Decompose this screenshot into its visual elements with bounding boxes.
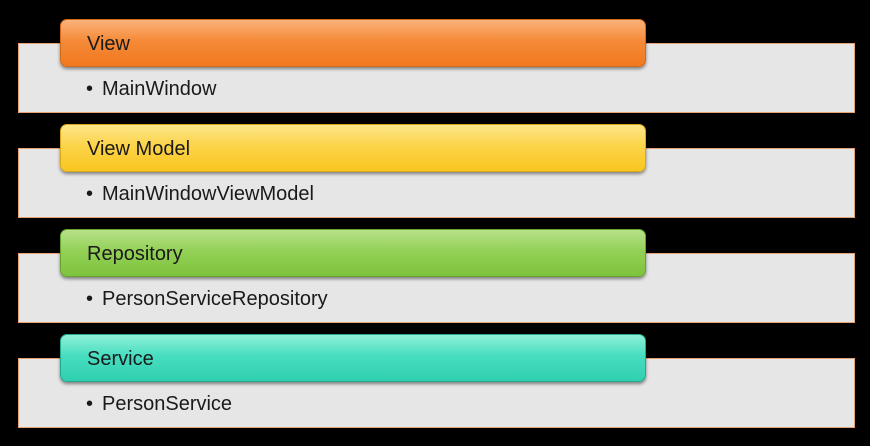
layer-view-model-item: • MainWindowViewModel <box>86 182 314 206</box>
layer-view-model-header: View Model <box>60 124 646 172</box>
layer-service-header: Service <box>60 334 646 382</box>
layer-repository-item-label: PersonServiceRepository <box>102 288 328 310</box>
bullet: • <box>86 183 94 205</box>
layer-view-item: • MainWindow <box>86 77 216 101</box>
layer-repository-header: Repository <box>60 229 646 277</box>
layer-view-header: View <box>60 19 646 67</box>
bullet: • <box>86 288 94 310</box>
layer-repository: Repository • PersonServiceRepository <box>0 229 870 334</box>
layer-view-item-label: MainWindow <box>102 78 217 100</box>
layer-service-item-label: PersonService <box>102 393 233 415</box>
layer-view-model-item-label: MainWindowViewModel <box>102 183 314 205</box>
layer-service: Service • PersonService <box>0 334 870 439</box>
layer-service-item: • PersonService <box>86 392 232 416</box>
layer-repository-item: • PersonServiceRepository <box>86 287 328 311</box>
layer-view-model: View Model • MainWindowViewModel <box>0 124 870 229</box>
bullet: • <box>86 78 94 100</box>
layer-view: View • MainWindow <box>0 19 870 124</box>
bullet: • <box>86 393 94 415</box>
